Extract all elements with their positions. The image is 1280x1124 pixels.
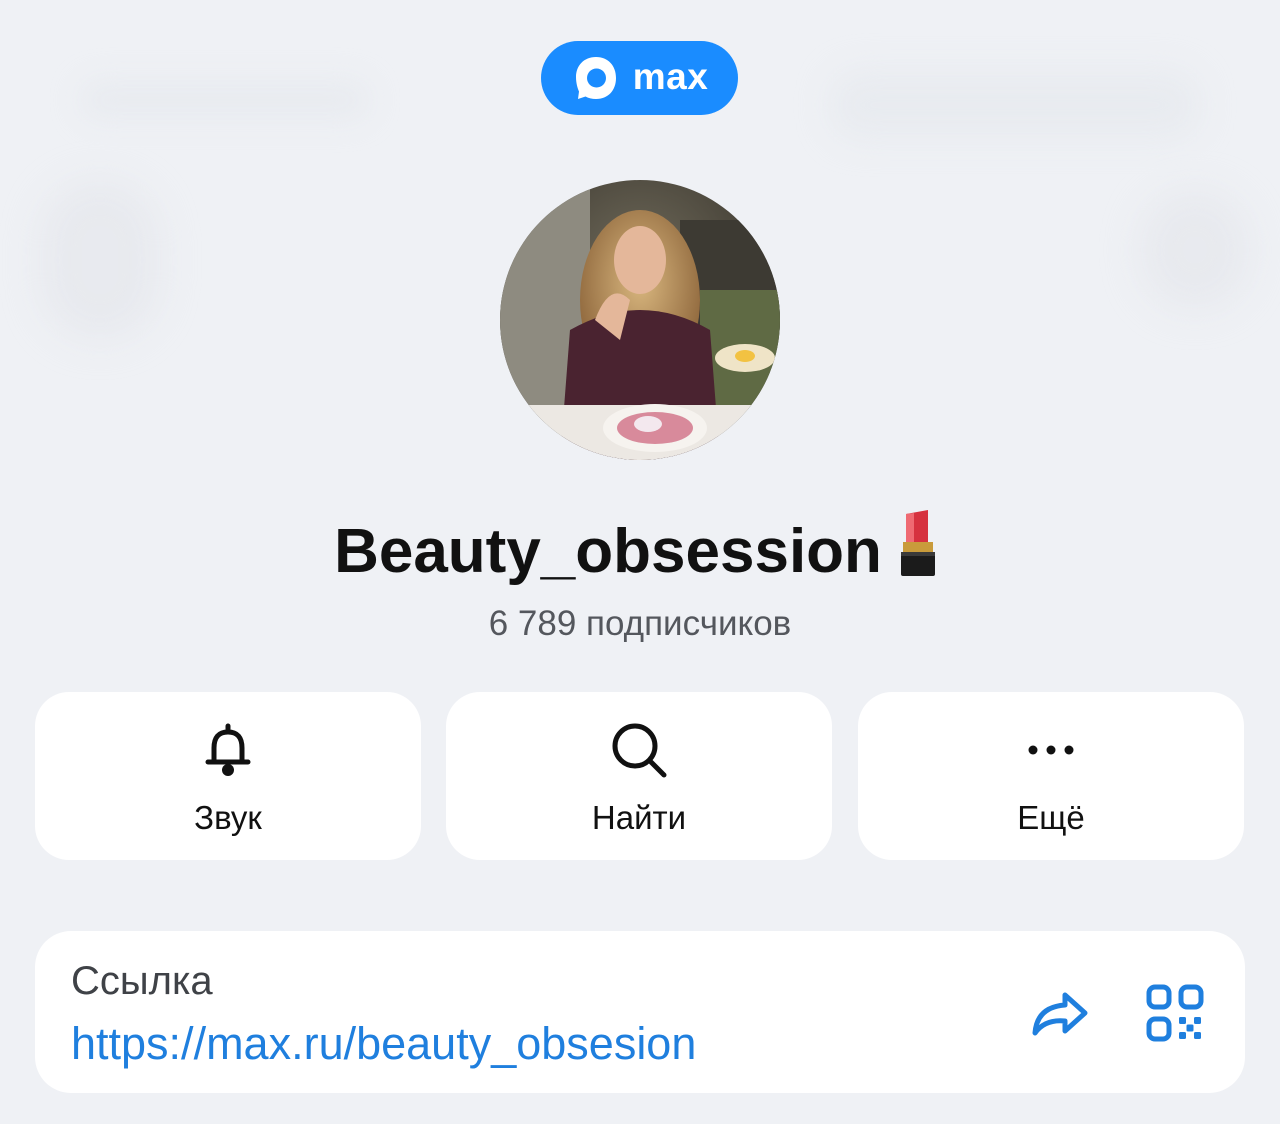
lipstick-icon [900,510,935,576]
share-icon[interactable] [1027,981,1091,1045]
sound-button-label: Звук [194,799,262,836]
link-card: Ссылка https://max.ru/beauty_obsesion [35,931,1245,1093]
more-button[interactable]: Ещё [858,692,1244,860]
find-button-label: Найти [591,799,687,836]
more-button-label: Ещё [1017,799,1085,836]
blurred-background-patch [1140,190,1250,310]
avatar-photo [500,180,780,460]
link-caption: Ссылка [71,959,213,1003]
channel-avatar[interactable] [500,180,780,460]
blurred-background-patch [80,80,370,120]
bell-icon [205,723,251,776]
brand-label: max [632,55,709,97]
channel-title: Beauty_obsession [0,508,1280,590]
max-brand-badge: max [541,41,738,115]
sound-button[interactable]: Звук [35,692,421,860]
more-dots-icon [1028,745,1074,755]
blurred-background-patch [40,180,160,340]
channel-link[interactable]: https://max.ru/beauty_obsesion [71,1017,696,1071]
qr-code-icon[interactable] [1145,983,1205,1043]
channel-title-text: Beauty_obsession [334,517,882,586]
blurred-background-patch [830,70,1200,140]
find-button[interactable]: Найти [446,692,832,860]
search-icon [612,723,667,778]
max-logo-icon [575,57,616,99]
subscriber-count: 6 789 подписчиков [488,604,792,643]
